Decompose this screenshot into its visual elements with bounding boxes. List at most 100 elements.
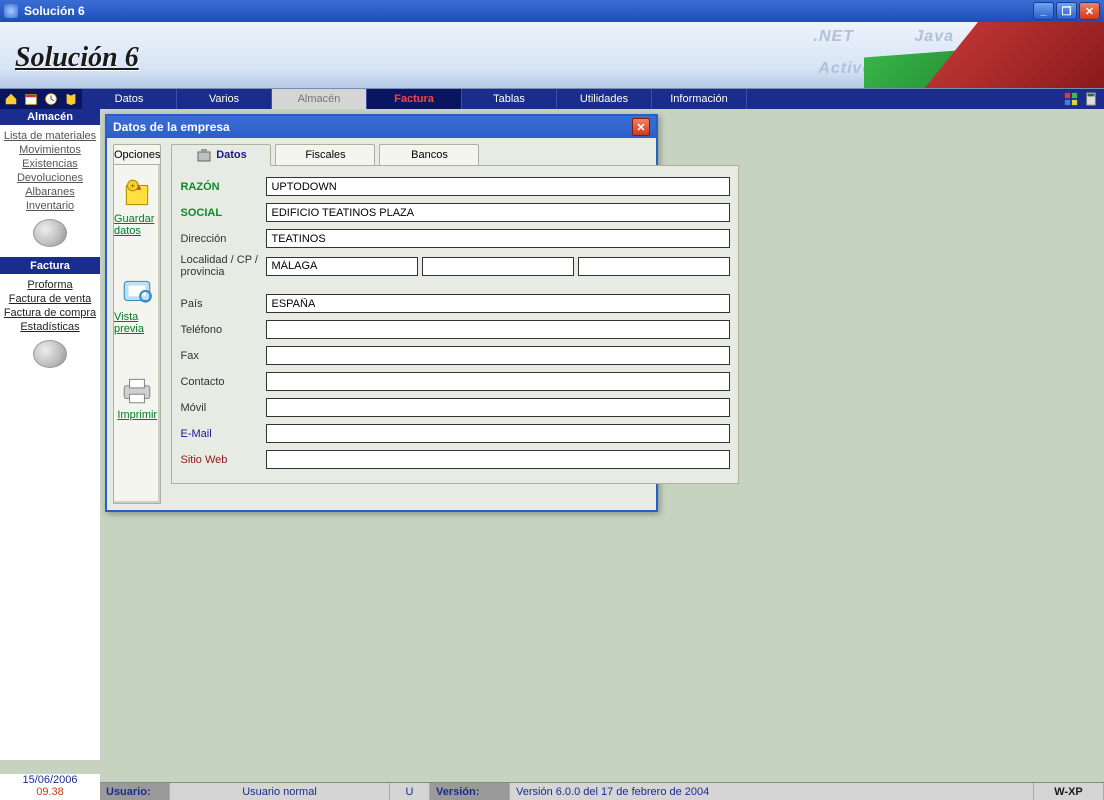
- banner-decoration: .NET Java ActiveX: [724, 22, 1104, 89]
- form-tabs: Datos Fiscales Bancos: [171, 144, 739, 166]
- banner-ghost-text: Java: [914, 28, 954, 46]
- main-menu: Datos Varios Almacén Factura Tablas Util…: [0, 89, 1104, 109]
- fax-input[interactable]: [266, 346, 730, 365]
- app-icon: [4, 4, 18, 18]
- direccion-label: Dirección: [180, 233, 266, 245]
- tab-bancos[interactable]: Bancos: [379, 144, 479, 166]
- sidebar: Almacén Lista de materiales Movimientos …: [0, 109, 100, 760]
- menu-informacion[interactable]: Información: [652, 89, 747, 109]
- sidebar-link[interactable]: Proforma: [27, 278, 72, 292]
- razon-label: RAZÓN: [180, 181, 266, 193]
- print-action[interactable]: Imprimir: [117, 375, 157, 421]
- calculator-icon[interactable]: [1084, 92, 1098, 106]
- telefono-input[interactable]: [266, 320, 730, 339]
- status-version-label: Versión:: [430, 783, 510, 800]
- social-label: SOCIAL: [180, 207, 266, 219]
- sidebar-link[interactable]: Factura de venta: [9, 292, 92, 306]
- preview-label: Vista previa: [114, 311, 160, 335]
- form-body: RAZÓN SOCIAL Dirección Localidad / CP / …: [171, 165, 739, 484]
- status-usuario-value: Usuario normal: [170, 783, 390, 800]
- options-panel: Opciones + Guardar datos Vista previa: [113, 144, 161, 504]
- movil-label: Móvil: [180, 402, 266, 414]
- direccion-input[interactable]: [266, 229, 730, 248]
- menu-factura[interactable]: Factura: [367, 89, 462, 109]
- save-label: Guardar datos: [114, 213, 160, 237]
- status-bar: Usuario: Usuario normal U Versión: Versi…: [100, 782, 1104, 800]
- cp-input[interactable]: [422, 257, 574, 276]
- print-label: Imprimir: [117, 409, 157, 421]
- telefono-label: Teléfono: [180, 324, 266, 336]
- sidebar-link[interactable]: Movimientos: [19, 143, 81, 157]
- calendar-icon[interactable]: [24, 92, 38, 106]
- banner-ghost-text: .NET: [814, 28, 854, 46]
- content-area: Datos de la empresa ✕ Opciones + Guardar…: [100, 109, 1104, 760]
- banner-title: Solución 6: [15, 42, 139, 74]
- sidebar-link[interactable]: Factura de compra: [4, 306, 96, 320]
- save-icon: +: [120, 179, 154, 209]
- sidebar-link[interactable]: Inventario: [26, 199, 74, 213]
- company-data-dialog: Datos de la empresa ✕ Opciones + Guardar…: [105, 114, 658, 512]
- minimize-button[interactable]: _: [1033, 2, 1054, 20]
- dialog-close-button[interactable]: ✕: [632, 118, 650, 136]
- printer-icon: [120, 375, 154, 405]
- sitio-input[interactable]: [266, 450, 730, 469]
- app-titlebar: Solución 6 _ ❐ ✕: [0, 0, 1104, 22]
- localidad-label: Localidad / CP / provincia: [180, 254, 266, 278]
- sidebar-links-factura: Proforma Factura de venta Factura de com…: [0, 274, 100, 378]
- provincia-input[interactable]: [578, 257, 730, 276]
- tab-datos[interactable]: Datos: [171, 144, 271, 166]
- book-icon[interactable]: [64, 92, 78, 106]
- dialog-title: Datos de la empresa: [113, 120, 632, 134]
- contacto-label: Contacto: [180, 376, 266, 388]
- status-usuario-label: Usuario:: [100, 783, 170, 800]
- sidebar-link[interactable]: Devoluciones: [17, 171, 83, 185]
- sidebar-header-factura: Factura: [0, 258, 100, 274]
- sidebar-link[interactable]: Existencias: [22, 157, 78, 171]
- menu-tablas[interactable]: Tablas: [462, 89, 557, 109]
- options-tab[interactable]: Opciones: [113, 144, 161, 164]
- tab-label: Fiscales: [305, 149, 345, 161]
- pais-input[interactable]: [266, 294, 730, 313]
- status-version-value: Versión 6.0.0 del 17 de febrero de 2004: [510, 783, 1034, 800]
- tab-label: Bancos: [411, 149, 448, 161]
- fax-label: Fax: [180, 350, 266, 362]
- mail-icon[interactable]: [33, 340, 67, 368]
- localidad-input[interactable]: [266, 257, 418, 276]
- save-data-action[interactable]: + Guardar datos: [114, 179, 160, 237]
- maximize-button[interactable]: ❐: [1056, 2, 1077, 20]
- clock-icon[interactable]: [44, 92, 58, 106]
- menu-almacen[interactable]: Almacén: [272, 89, 367, 109]
- tab-label: Datos: [216, 149, 247, 161]
- sidebar-link[interactable]: Lista de materiales: [4, 129, 96, 143]
- preview-action[interactable]: Vista previa: [114, 277, 160, 335]
- sidebar-header-almacen: Almacén: [0, 109, 100, 125]
- footer-time: 09.38: [0, 786, 100, 798]
- status-u: U: [390, 783, 430, 800]
- menu-utilidades[interactable]: Utilidades: [557, 89, 652, 109]
- pais-label: País: [180, 298, 266, 310]
- tab-fiscales[interactable]: Fiscales: [275, 144, 375, 166]
- svg-text:+: +: [131, 181, 136, 191]
- windows-icon[interactable]: [1064, 92, 1078, 106]
- home-icon[interactable]: [4, 92, 18, 106]
- menu-varios[interactable]: Varios: [177, 89, 272, 109]
- menu-datos[interactable]: Datos: [82, 89, 177, 109]
- status-os: W-XP: [1034, 783, 1104, 800]
- sidebar-link[interactable]: Estadísticas: [20, 320, 79, 334]
- razon-input[interactable]: [266, 177, 730, 196]
- app-close-button[interactable]: ✕: [1079, 2, 1100, 20]
- chart-icon[interactable]: [33, 219, 67, 247]
- footer-datetime: 15/06/2006 09.38: [0, 774, 100, 800]
- form-panel: Datos Fiscales Bancos RAZÓN SOCIAL Direc…: [171, 144, 739, 504]
- movil-input[interactable]: [266, 398, 730, 417]
- sitio-label: Sitio Web: [180, 454, 266, 466]
- app-title: Solución 6: [24, 4, 1033, 18]
- building-icon: [196, 148, 212, 162]
- sidebar-link[interactable]: Albaranes: [25, 185, 75, 199]
- dialog-titlebar: Datos de la empresa ✕: [107, 116, 656, 138]
- toolbar-icons: [0, 89, 82, 109]
- social-input[interactable]: [266, 203, 730, 222]
- email-label: E-Mail: [180, 428, 266, 440]
- email-input[interactable]: [266, 424, 730, 443]
- contacto-input[interactable]: [266, 372, 730, 391]
